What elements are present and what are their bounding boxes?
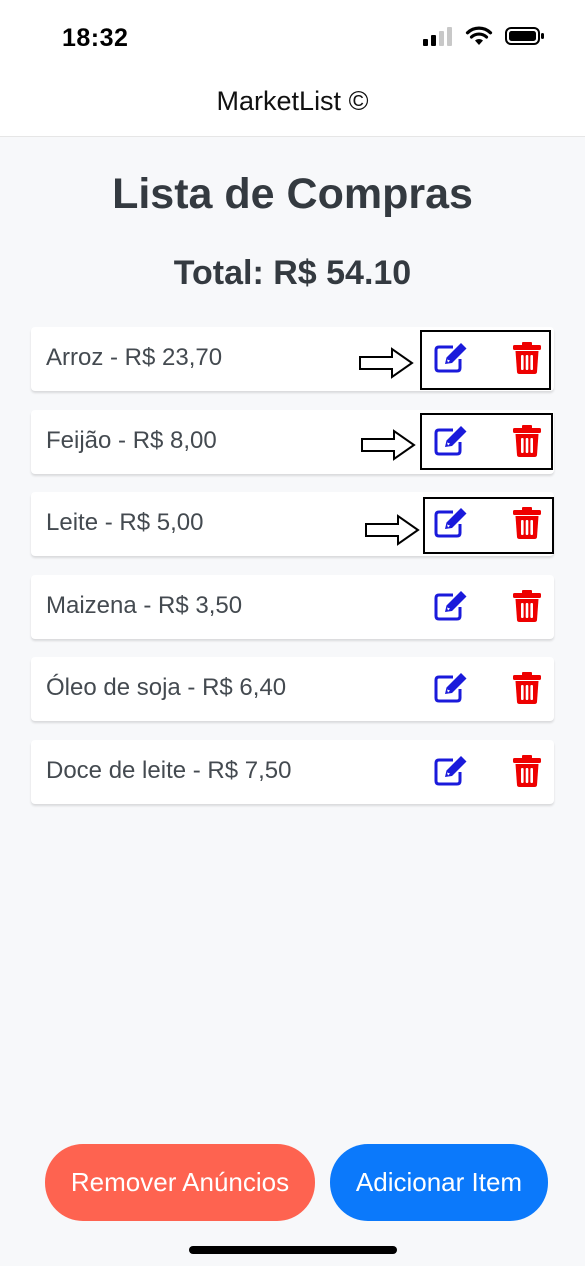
wifi-icon	[465, 26, 493, 45]
status-bar: 18:32	[0, 0, 585, 70]
total-label: Total: R$ 54.10	[173, 254, 412, 292]
remove-ads-button[interactable]: Remover Anúncios	[45, 1144, 315, 1221]
edit-icon	[434, 591, 467, 621]
item-label: Doce de leite - R$ 7,50	[46, 757, 292, 784]
arrow-annotation-icon	[361, 429, 416, 461]
item-label: Maizena - R$ 3,50	[46, 592, 243, 619]
edit-button[interactable]	[433, 590, 469, 622]
add-item-button[interactable]: Adicionar Item	[330, 1144, 548, 1221]
highlight-box	[420, 413, 553, 470]
page-title: Lista de Compras	[112, 170, 473, 218]
delete-button[interactable]	[513, 754, 541, 788]
battery-icon	[505, 27, 544, 45]
arrow-annotation-icon	[365, 514, 420, 546]
item-label: Leite - R$ 5,00	[46, 509, 204, 536]
list-item: Óleo de soja - R$ 6,40	[31, 657, 554, 721]
status-time: 18:32	[62, 24, 129, 52]
item-label: Óleo de soja - R$ 6,40	[46, 674, 287, 701]
list-item: Doce de leite - R$ 7,50	[31, 740, 554, 804]
delete-button[interactable]	[513, 589, 541, 623]
arrow-annotation-icon	[359, 347, 414, 379]
edit-icon	[434, 673, 467, 703]
home-indicator	[189, 1246, 397, 1254]
signal-icon	[423, 27, 452, 46]
delete-button[interactable]	[513, 671, 541, 705]
list-item: Maizena - R$ 3,50	[31, 575, 554, 639]
item-label: Arroz - R$ 23,70	[46, 344, 223, 371]
app-header: MarketList ©	[0, 70, 585, 137]
item-label: Feijão - R$ 8,00	[46, 427, 217, 454]
trash-icon	[513, 755, 541, 787]
trash-icon	[513, 590, 541, 622]
highlight-box	[420, 330, 551, 390]
edit-button[interactable]	[433, 755, 469, 787]
trash-icon	[513, 672, 541, 704]
edit-icon	[434, 756, 467, 786]
highlight-box	[423, 497, 554, 554]
edit-button[interactable]	[433, 672, 469, 704]
status-icons	[423, 26, 545, 46]
header-title: MarketList ©	[216, 86, 369, 116]
